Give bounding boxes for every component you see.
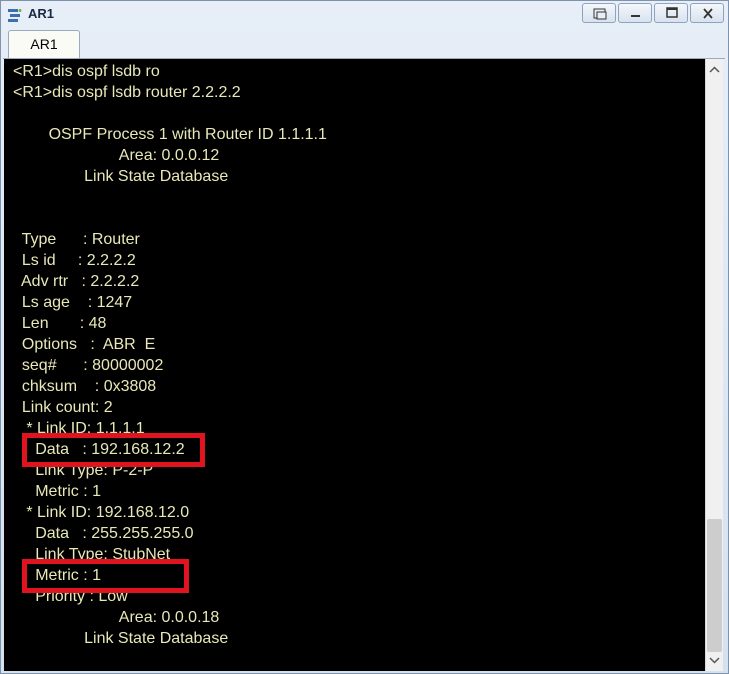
restore-button[interactable]: [582, 3, 616, 23]
terminal-line: Area: 0.0.0.12: [13, 147, 220, 164]
terminal-line: Link count: 2: [13, 399, 113, 416]
terminal-line: Link State Database: [13, 630, 229, 647]
highlight-box-metric-1-stubnet: [22, 559, 189, 593]
maximize-button[interactable]: [654, 3, 688, 23]
terminal-line: Data : 255.255.255.0: [13, 525, 194, 542]
title-bar[interactable]: AR1: [1, 1, 728, 28]
minimize-icon: [631, 15, 640, 17]
scroll-up-arrow-icon[interactable]: [706, 61, 723, 78]
terminal-line: OSPF Process 1 with Router ID 1.1.1.1: [13, 126, 327, 143]
scroll-thumb[interactable]: [707, 519, 722, 652]
scroll-down-arrow-icon[interactable]: [706, 652, 723, 669]
restore-icon: [593, 8, 607, 20]
terminal-line: * Link ID: 192.168.12.0: [13, 504, 190, 521]
close-icon: [703, 8, 713, 19]
maximize-icon: [666, 7, 678, 18]
terminal-output[interactable]: <R1>dis ospf lsdb ro <R1>dis ospf lsdb ro…: [4, 59, 705, 671]
terminal-line: seq# : 80000002: [13, 357, 164, 374]
terminal-line: Metric : 1: [13, 483, 102, 500]
terminal-line: Adv rtr : 2.2.2.2: [13, 273, 140, 290]
terminal-line: Len : 48: [13, 315, 107, 332]
terminal-line: chksum : 0x3808: [13, 378, 157, 395]
vertical-scrollbar[interactable]: [705, 59, 723, 671]
terminal-line: Type : Router: [13, 231, 140, 248]
router-terminal-icon: [8, 9, 22, 22]
tab-bar: AR1: [3, 28, 725, 59]
minimize-button[interactable]: [618, 3, 652, 23]
close-button[interactable]: [690, 3, 724, 23]
terminal-line: Ls id : 2.2.2.2: [13, 252, 136, 269]
terminal-line: Area: 0.0.0.18: [13, 609, 220, 626]
terminal-window: AR1 AR1 <R1>dis ospf lsdb ro <R1>dis osp…: [0, 0, 729, 674]
terminal-line: Link State Database: [13, 168, 229, 185]
terminal-line: <R1>dis ospf lsdb router 2.2.2.2: [13, 84, 241, 101]
window-title: AR1: [28, 6, 55, 21]
highlight-box-data-192.168.12.2: [22, 433, 205, 467]
terminal-line: <R1>dis ospf lsdb ro: [13, 63, 160, 80]
terminal-line: Options : ABR E: [13, 336, 156, 353]
terminal-line: Ls age : 1247: [13, 294, 133, 311]
tab-ar1[interactable]: AR1: [8, 30, 80, 58]
